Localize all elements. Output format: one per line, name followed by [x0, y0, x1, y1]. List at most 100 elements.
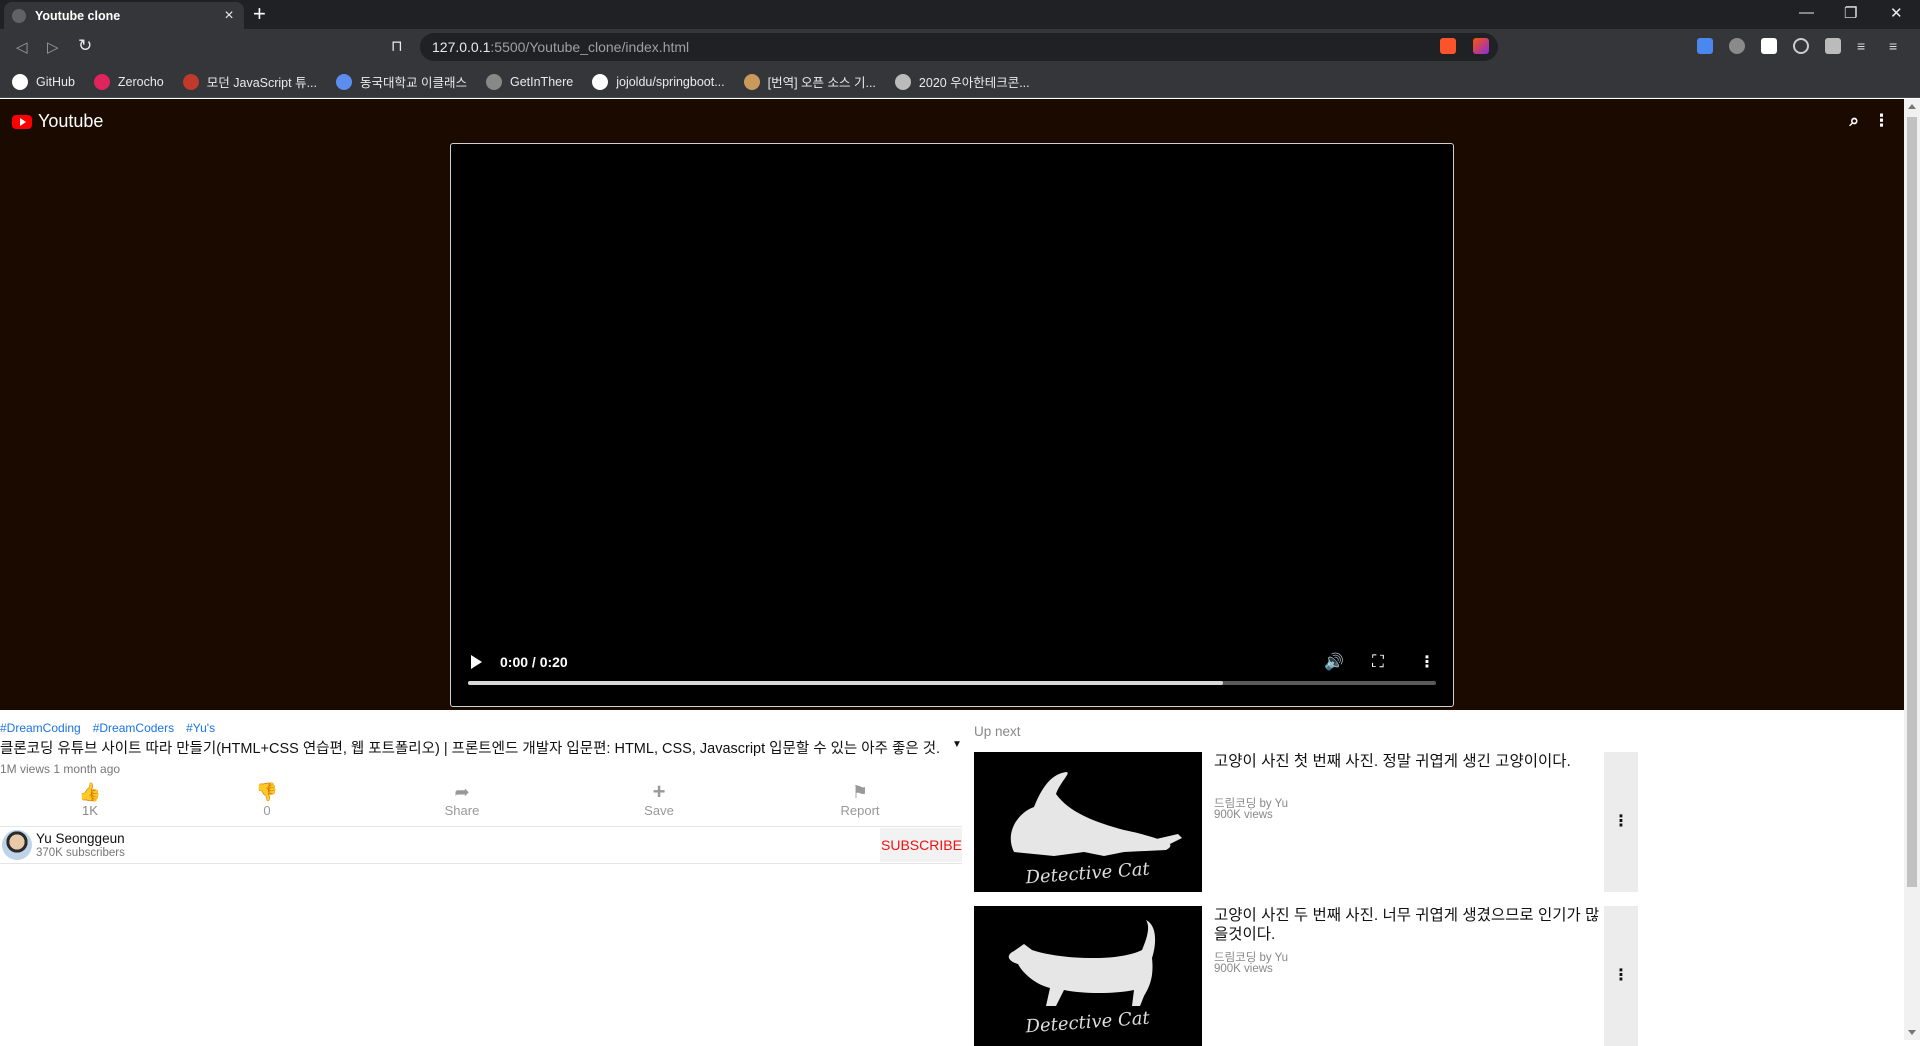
- flag-icon: ⚑: [851, 782, 869, 802]
- bookmark-label: [번역] 오픈 소스 기...: [767, 76, 876, 90]
- thumbs-up-icon: 👍: [78, 782, 102, 802]
- video-more-icon[interactable]: ⋮: [1419, 652, 1435, 672]
- scrollbar-thumb[interactable]: [1907, 117, 1917, 887]
- page: Youtube ⌕ ⋮ 0:00 / 0:20 🔊 ⛶ ⋮ #DreamCodi…: [0, 99, 1904, 1046]
- minimize-icon[interactable]: —: [1799, 4, 1814, 21]
- save-button[interactable]: + Save: [624, 781, 694, 819]
- tab-title: Youtube clone: [35, 8, 121, 23]
- bookmark-favicon-icon: [182, 73, 199, 90]
- share-button[interactable]: ➦ Share: [427, 781, 497, 818]
- avatar[interactable]: [2, 830, 32, 860]
- action-bar: 👍 1K 👎 0 ➦ Share + Save ⚑ Report: [0, 781, 962, 821]
- video-time: 0:00 / 0:20: [500, 654, 568, 670]
- list-item[interactable]: Detective Cat 고양이 사진 첫 번째 사진. 정말 귀엽게 생긴 …: [974, 752, 1638, 892]
- url-path: :5500/Youtube_clone/index.html: [490, 39, 690, 55]
- bookmark-item[interactable]: 동국대학교 이클래스: [336, 72, 467, 91]
- new-tab-button[interactable]: +: [253, 3, 266, 25]
- record-extension-icon[interactable]: [1793, 38, 1809, 54]
- bookmark-favicon-icon: [336, 73, 352, 90]
- card-title[interactable]: 고양이 사진 첫 번째 사진. 정말 귀엽게 생긴 고양이이다.: [1214, 752, 1600, 771]
- volume-icon[interactable]: 🔊: [1324, 652, 1344, 672]
- bookmark-item[interactable]: Zerocho: [93, 73, 164, 90]
- cat-stretch-image: Detective Cat: [974, 752, 1202, 892]
- list-item[interactable]: Detective Cat 고양이 사진 두 번째 사진. 너무 귀엽게 생겼으…: [974, 906, 1638, 1046]
- more-vert-icon[interactable]: ⋮: [1873, 111, 1890, 131]
- play-icon[interactable]: [471, 655, 482, 669]
- video-player[interactable]: 0:00 / 0:20 🔊 ⛶ ⋮: [450, 143, 1454, 707]
- bookmark-label: Zerocho: [117, 74, 164, 89]
- bookmark-item[interactable]: GetInThere: [485, 73, 574, 90]
- restore-icon[interactable]: ❐: [1844, 4, 1857, 22]
- bookmark-label: 모던 JavaScript 튜...: [206, 76, 317, 90]
- video-stage: Youtube ⌕ ⋮ 0:00 / 0:20 🔊 ⛶ ⋮: [0, 99, 1904, 710]
- translate-extension-icon[interactable]: [1697, 38, 1713, 54]
- scroll-down-icon[interactable]: [1908, 1030, 1916, 1035]
- globe-icon: [12, 8, 26, 23]
- video-thumbnail[interactable]: Detective Cat: [974, 752, 1202, 892]
- video-progress-bar[interactable]: [468, 681, 1436, 685]
- brave-rewards-icon[interactable]: [1473, 38, 1489, 54]
- window-close-icon[interactable]: ✕: [1890, 4, 1903, 22]
- bookmark-item[interactable]: 2020 우아한테크콘...: [894, 72, 1030, 91]
- page-scrollbar[interactable]: [1904, 99, 1920, 1040]
- extensions-puzzle-icon[interactable]: [1825, 38, 1841, 54]
- card-more-icon[interactable]: ⋮: [1604, 752, 1638, 892]
- header-icons: ⌕ ⋮: [1849, 111, 1890, 131]
- expand-description-icon[interactable]: ▼: [952, 739, 962, 750]
- bookmark-label: 2020 우아한테크콘...: [918, 76, 1030, 90]
- video-thumbnail[interactable]: Detective Cat: [974, 906, 1202, 1046]
- bookmark-label: GetInThere: [509, 74, 574, 89]
- scroll-up-icon[interactable]: [1908, 104, 1916, 109]
- search-icon[interactable]: ⌕: [1849, 111, 1859, 131]
- share-icon: ➦: [454, 782, 470, 802]
- subscribe-button[interactable]: Subscribe: [880, 828, 962, 862]
- bookmark-favicon-icon: [894, 73, 911, 90]
- forward-icon[interactable]: ▷: [47, 38, 59, 56]
- video-meta: 1M views 1 month ago: [0, 762, 121, 776]
- bookmark-label: GitHub: [36, 74, 75, 89]
- card-views: 900K views: [1214, 809, 1273, 821]
- bookmark-item[interactable]: GitHub: [12, 73, 75, 90]
- bookmark-item[interactable]: [번역] 오픈 소스 기...: [743, 72, 876, 91]
- bookmark-favicon-icon: [12, 73, 28, 90]
- card-title[interactable]: 고양이 사진 두 번째 사진. 너무 귀엽게 생겼으므로 인기가 많을것이다.: [1214, 906, 1600, 944]
- bookmark-label: 동국대학교 이클래스: [360, 76, 467, 90]
- video-info: #DreamCoding #DreamCoders #Yu's 클론코딩 유튜브 사…: [0, 721, 962, 864]
- react-devtools-icon[interactable]: [1729, 38, 1745, 54]
- bookmark-item[interactable]: jojoldu/springboot...: [592, 73, 725, 90]
- up-next-label: Up next: [974, 724, 1021, 739]
- browser-menu-icon[interactable]: ≡: [1889, 38, 1905, 54]
- browser-tab[interactable]: Youtube clone ×: [4, 2, 244, 29]
- report-label: Report: [840, 803, 880, 818]
- hashtag-list: #DreamCoding #DreamCoders #Yu's: [0, 721, 962, 735]
- address-bar[interactable]: i 127.0.0.1:5500/Youtube_clone/index.htm…: [420, 33, 1498, 669]
- browser-tab-strip: Youtube clone × + — ❐ ✕: [0, 0, 1920, 29]
- hashtag-link[interactable]: #DreamCoders: [93, 721, 174, 735]
- bookmark-item[interactable]: 모던 JavaScript 튜...: [182, 72, 317, 91]
- bookmark-favicon-icon: [743, 73, 760, 90]
- logo-text: Youtube: [38, 111, 104, 131]
- bookmark-favicon-icon: [93, 73, 110, 90]
- fullscreen-icon[interactable]: ⛶: [1372, 652, 1384, 672]
- reload-icon[interactable]: ↻: [78, 36, 92, 56]
- dislike-button[interactable]: 👎 0: [232, 781, 302, 818]
- like-button[interactable]: 👍 1K: [55, 781, 125, 818]
- card-more-icon[interactable]: ⋮: [1604, 906, 1638, 1046]
- save-label: Save: [644, 803, 674, 818]
- hashtag-link[interactable]: #Yu's: [186, 721, 215, 735]
- url-host: 127.0.0.1: [432, 39, 491, 55]
- video-title: 클론코딩 유튜브 사이트 따라 만들기(HTML+CSS 연습편, 웹 포트폴리…: [0, 741, 941, 757]
- bookmark-favicon-icon: [485, 73, 502, 90]
- video-progress-fill: [468, 681, 1224, 685]
- bookmark-icon[interactable]: ⊓: [391, 37, 403, 55]
- reading-list-icon[interactable]: ≡: [1857, 38, 1873, 54]
- tab-close-icon[interactable]: ×: [222, 7, 236, 25]
- notion-extension-icon[interactable]: [1761, 38, 1777, 54]
- back-icon[interactable]: ◁: [16, 38, 28, 56]
- brave-shield-icon[interactable]: [1440, 38, 1456, 54]
- youtube-logo[interactable]: Youtube: [12, 111, 103, 132]
- hashtag-link[interactable]: #DreamCoding: [0, 721, 81, 735]
- report-button[interactable]: ⚑ Report: [825, 781, 895, 818]
- cat-walk-image: Detective Cat: [974, 906, 1202, 1046]
- channel-name[interactable]: Yu Seonggeun: [36, 831, 125, 846]
